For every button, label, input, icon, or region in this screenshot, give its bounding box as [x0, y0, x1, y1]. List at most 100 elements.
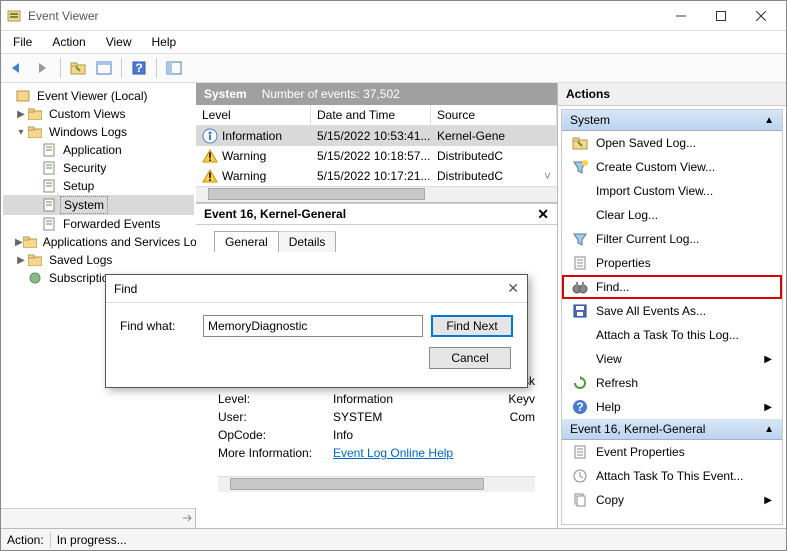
tree-forwarded[interactable]: Forwarded Events [3, 215, 194, 233]
forward-button[interactable] [31, 56, 55, 80]
action-properties[interactable]: Properties [562, 251, 782, 275]
status-label: Action: [7, 533, 44, 547]
help-icon: ? [572, 399, 588, 415]
find-dialog: Find ✕ Find what: Find Next Cancel [105, 274, 528, 388]
action-save-all-events-as[interactable]: Save All Events As... [562, 299, 782, 323]
event-count: Number of events: 37,502 [262, 87, 400, 101]
col-level[interactable]: Level [196, 105, 311, 125]
tree-apps-services[interactable]: ▶ Applications and Services Lo [3, 233, 194, 251]
tree-windows-logs[interactable]: ▾ Windows Logs [3, 123, 194, 141]
folder-icon [23, 234, 37, 250]
list-row[interactable]: !Warning 5/15/2022 10:17:21... Distribut… [196, 166, 557, 186]
info-icon [202, 128, 218, 144]
props-icon [572, 444, 588, 460]
subscriptions-icon [27, 270, 43, 286]
details-header: Event 16, Kernel-General ✕ [196, 203, 557, 225]
left-pane-scrollbar[interactable] [1, 508, 195, 528]
chevron-right-icon[interactable]: ▶ [15, 237, 23, 248]
titlebar: Event Viewer [1, 1, 786, 31]
chevron-right-icon[interactable]: ▶ [15, 109, 27, 120]
horizontal-scrollbar[interactable] [196, 186, 557, 202]
props-icon [572, 255, 588, 271]
actions-pane: Actions System▲ Open Saved Log...Create … [558, 83, 786, 528]
details-scrollbar[interactable] [218, 476, 535, 492]
action-event-properties[interactable]: Event Properties [562, 440, 782, 464]
save-icon [572, 303, 588, 319]
blank-icon [572, 327, 588, 343]
menu-action[interactable]: Action [44, 32, 93, 52]
log-icon [41, 197, 57, 213]
chevron-right-icon[interactable]: ▶ [15, 255, 27, 266]
log-icon [41, 178, 57, 194]
action-attach-a-task-to-this-log[interactable]: Attach a Task To this Log... [562, 323, 782, 347]
svg-text:!: ! [208, 170, 212, 184]
funnel-icon [572, 231, 588, 247]
find-next-button[interactable]: Find Next [431, 315, 513, 337]
tree-system[interactable]: System [3, 195, 194, 215]
list-row[interactable]: !Warning 5/15/2022 10:18:57... Distribut… [196, 146, 557, 166]
toolbar-panel2-icon[interactable] [162, 56, 186, 80]
chevron-right-icon: ▶ [764, 354, 772, 365]
status-value: In progress... [57, 533, 127, 547]
log-icon [41, 142, 57, 158]
action-find[interactable]: Find... [562, 275, 782, 299]
action-import-custom-view[interactable]: Import Custom View... [562, 179, 782, 203]
back-button[interactable] [5, 56, 29, 80]
copy-icon [572, 492, 588, 508]
tab-general[interactable]: General [214, 231, 279, 252]
toolbar-panel-icon[interactable] [92, 56, 116, 80]
chevron-down-icon[interactable]: ▾ [15, 127, 27, 138]
action-open-saved-log[interactable]: Open Saved Log... [562, 131, 782, 155]
menu-file[interactable]: File [5, 32, 40, 52]
event-log-help-link[interactable]: Event Log Online Help [333, 446, 495, 460]
action-attach-task-to-this-event[interactable]: Attach Task To This Event... [562, 464, 782, 488]
svg-text:?: ? [135, 61, 142, 75]
action-filter-current-log[interactable]: Filter Current Log... [562, 227, 782, 251]
tree-application[interactable]: Application [3, 141, 194, 159]
col-source[interactable]: Source [431, 105, 557, 125]
list-row[interactable]: Information 5/15/2022 10:53:41... Kernel… [196, 126, 557, 146]
collapse-icon[interactable]: ▲ [764, 424, 774, 435]
blank-icon [572, 183, 588, 199]
actions-header: Actions [558, 83, 786, 106]
toolbar-help-icon[interactable]: ? [127, 56, 151, 80]
minimize-button[interactable] [661, 2, 701, 30]
tree-root[interactable]: Event Viewer (Local) [3, 87, 194, 105]
details-close-icon[interactable]: ✕ [537, 206, 549, 223]
action-view[interactable]: View▶ [562, 347, 782, 371]
actions-section-system[interactable]: System▲ [562, 110, 782, 131]
tree-setup[interactable]: Setup [3, 177, 194, 195]
find-what-input[interactable] [203, 315, 423, 337]
tree-saved-logs[interactable]: ▶ Saved Logs [3, 251, 194, 269]
tree-custom-views[interactable]: ▶ Custom Views [3, 105, 194, 123]
close-button[interactable] [741, 2, 781, 30]
toolbar-folder-icon[interactable] [66, 56, 90, 80]
folder-icon [27, 106, 43, 122]
action-copy[interactable]: Copy▶ [562, 488, 782, 512]
action-clear-log[interactable]: Clear Log... [562, 203, 782, 227]
log-icon [41, 216, 57, 232]
menu-help[interactable]: Help [144, 32, 185, 52]
menu-view[interactable]: View [98, 32, 140, 52]
action-refresh[interactable]: Refresh [562, 371, 782, 395]
app-icon [6, 8, 22, 24]
col-date[interactable]: Date and Time [311, 105, 431, 125]
tab-details[interactable]: Details [278, 231, 337, 252]
blank-icon [572, 207, 588, 223]
tree-security[interactable]: Security [3, 159, 194, 177]
maximize-button[interactable] [701, 2, 741, 30]
task-icon [572, 468, 588, 484]
window-title: Event Viewer [28, 9, 661, 23]
action-create-custom-view[interactable]: Create Custom View... [562, 155, 782, 179]
center-title: System [204, 87, 247, 101]
cancel-button[interactable]: Cancel [429, 347, 511, 369]
refresh-icon [572, 375, 588, 391]
action-help[interactable]: ?Help▶ [562, 395, 782, 419]
toolbar: ? [1, 53, 786, 83]
event-list: Level Date and Time Source Information 5… [196, 105, 557, 203]
folder-icon [27, 252, 43, 268]
dialog-close-icon[interactable]: ✕ [507, 280, 519, 297]
actions-section-event[interactable]: Event 16, Kernel-General▲ [562, 419, 782, 440]
collapse-icon[interactable]: ▲ [764, 115, 774, 126]
chevron-right-icon: ▶ [764, 402, 772, 413]
